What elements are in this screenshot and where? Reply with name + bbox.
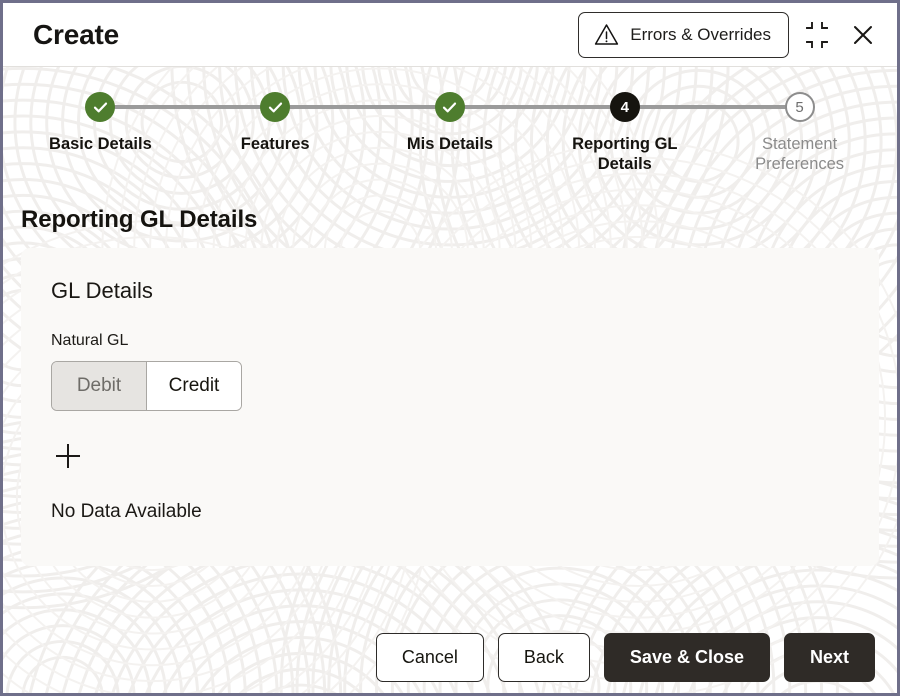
stepper-step-statement-preferences[interactable]: 5 Statement Preferences xyxy=(712,91,887,174)
no-data-message: No Data Available xyxy=(51,501,202,523)
cancel-button[interactable]: Cancel xyxy=(375,633,484,682)
add-row xyxy=(51,439,849,473)
step-circle-active: 4 xyxy=(609,92,640,122)
stepper-step-mis-details[interactable]: Mis Details xyxy=(363,91,625,174)
wizard-stepper: Basic Details Features Mis Details 4 Rep… xyxy=(3,67,897,184)
card-title: GL Details xyxy=(51,278,153,304)
dialog-footer: Cancel Back Save & Close Next xyxy=(3,622,897,693)
stepper-marker-row: 5 xyxy=(712,91,887,123)
step-label: Mis Details xyxy=(406,135,494,153)
save-and-close-button[interactable]: Save & Close xyxy=(603,633,770,682)
header-actions: Errors & Overrides xyxy=(578,11,881,58)
toggle-option-credit[interactable]: Credit xyxy=(147,362,241,411)
close-button[interactable] xyxy=(845,17,881,53)
stepper-step-features[interactable]: Features xyxy=(188,91,450,174)
stepper-marker-row xyxy=(13,91,276,123)
step-circle-completed xyxy=(260,92,291,122)
main-content: Reporting GL Details GL Details Natural … xyxy=(3,206,897,567)
stepper-marker-row xyxy=(188,91,450,123)
stepper-track: Basic Details Features Mis Details 4 Rep… xyxy=(3,91,897,174)
collapse-icon xyxy=(804,21,830,48)
step-label: Features xyxy=(240,135,310,153)
stepper-marker-row: 4 xyxy=(537,91,800,123)
natural-gl-toggle-group[interactable]: Debit Credit xyxy=(51,361,242,412)
step-circle-pending: 5 xyxy=(784,92,815,122)
section-title: Reporting GL Details xyxy=(21,206,258,234)
stepper-marker-row xyxy=(363,91,625,123)
natural-gl-label: Natural GL xyxy=(51,332,129,350)
step-label: Statement Preferences xyxy=(755,135,845,174)
step-circle-completed xyxy=(85,92,116,122)
step-circle-completed xyxy=(434,92,465,122)
warning-triangle-icon xyxy=(594,23,619,46)
check-icon xyxy=(268,102,282,112)
stepper-step-reporting-gl-details[interactable]: 4 Reporting GL Details xyxy=(537,91,800,174)
check-icon xyxy=(93,102,107,112)
back-button[interactable]: Back xyxy=(497,633,590,682)
plus-icon xyxy=(52,440,84,472)
page-title: Create xyxy=(33,18,119,50)
step-label: Basic Details xyxy=(49,135,152,153)
toggle-option-debit[interactable]: Debit xyxy=(52,362,146,411)
errors-and-overrides-button[interactable]: Errors & Overrides xyxy=(578,11,789,58)
add-gl-row-button[interactable] xyxy=(51,439,85,473)
collapse-button[interactable] xyxy=(799,17,835,53)
errors-and-overrides-label: Errors & Overrides xyxy=(630,24,771,44)
gl-details-card: GL Details Natural GL Debit Credit No Da… xyxy=(21,248,879,567)
check-icon xyxy=(443,102,457,112)
create-dialog-window: Create Errors & Overrides Basic Details … xyxy=(0,0,900,696)
stepper-step-basic-details[interactable]: Basic Details xyxy=(13,91,276,174)
dialog-header: Create Errors & Overrides xyxy=(3,3,897,67)
close-icon xyxy=(850,22,876,48)
next-button[interactable]: Next xyxy=(783,633,875,682)
step-label: Reporting GL Details xyxy=(572,135,678,174)
